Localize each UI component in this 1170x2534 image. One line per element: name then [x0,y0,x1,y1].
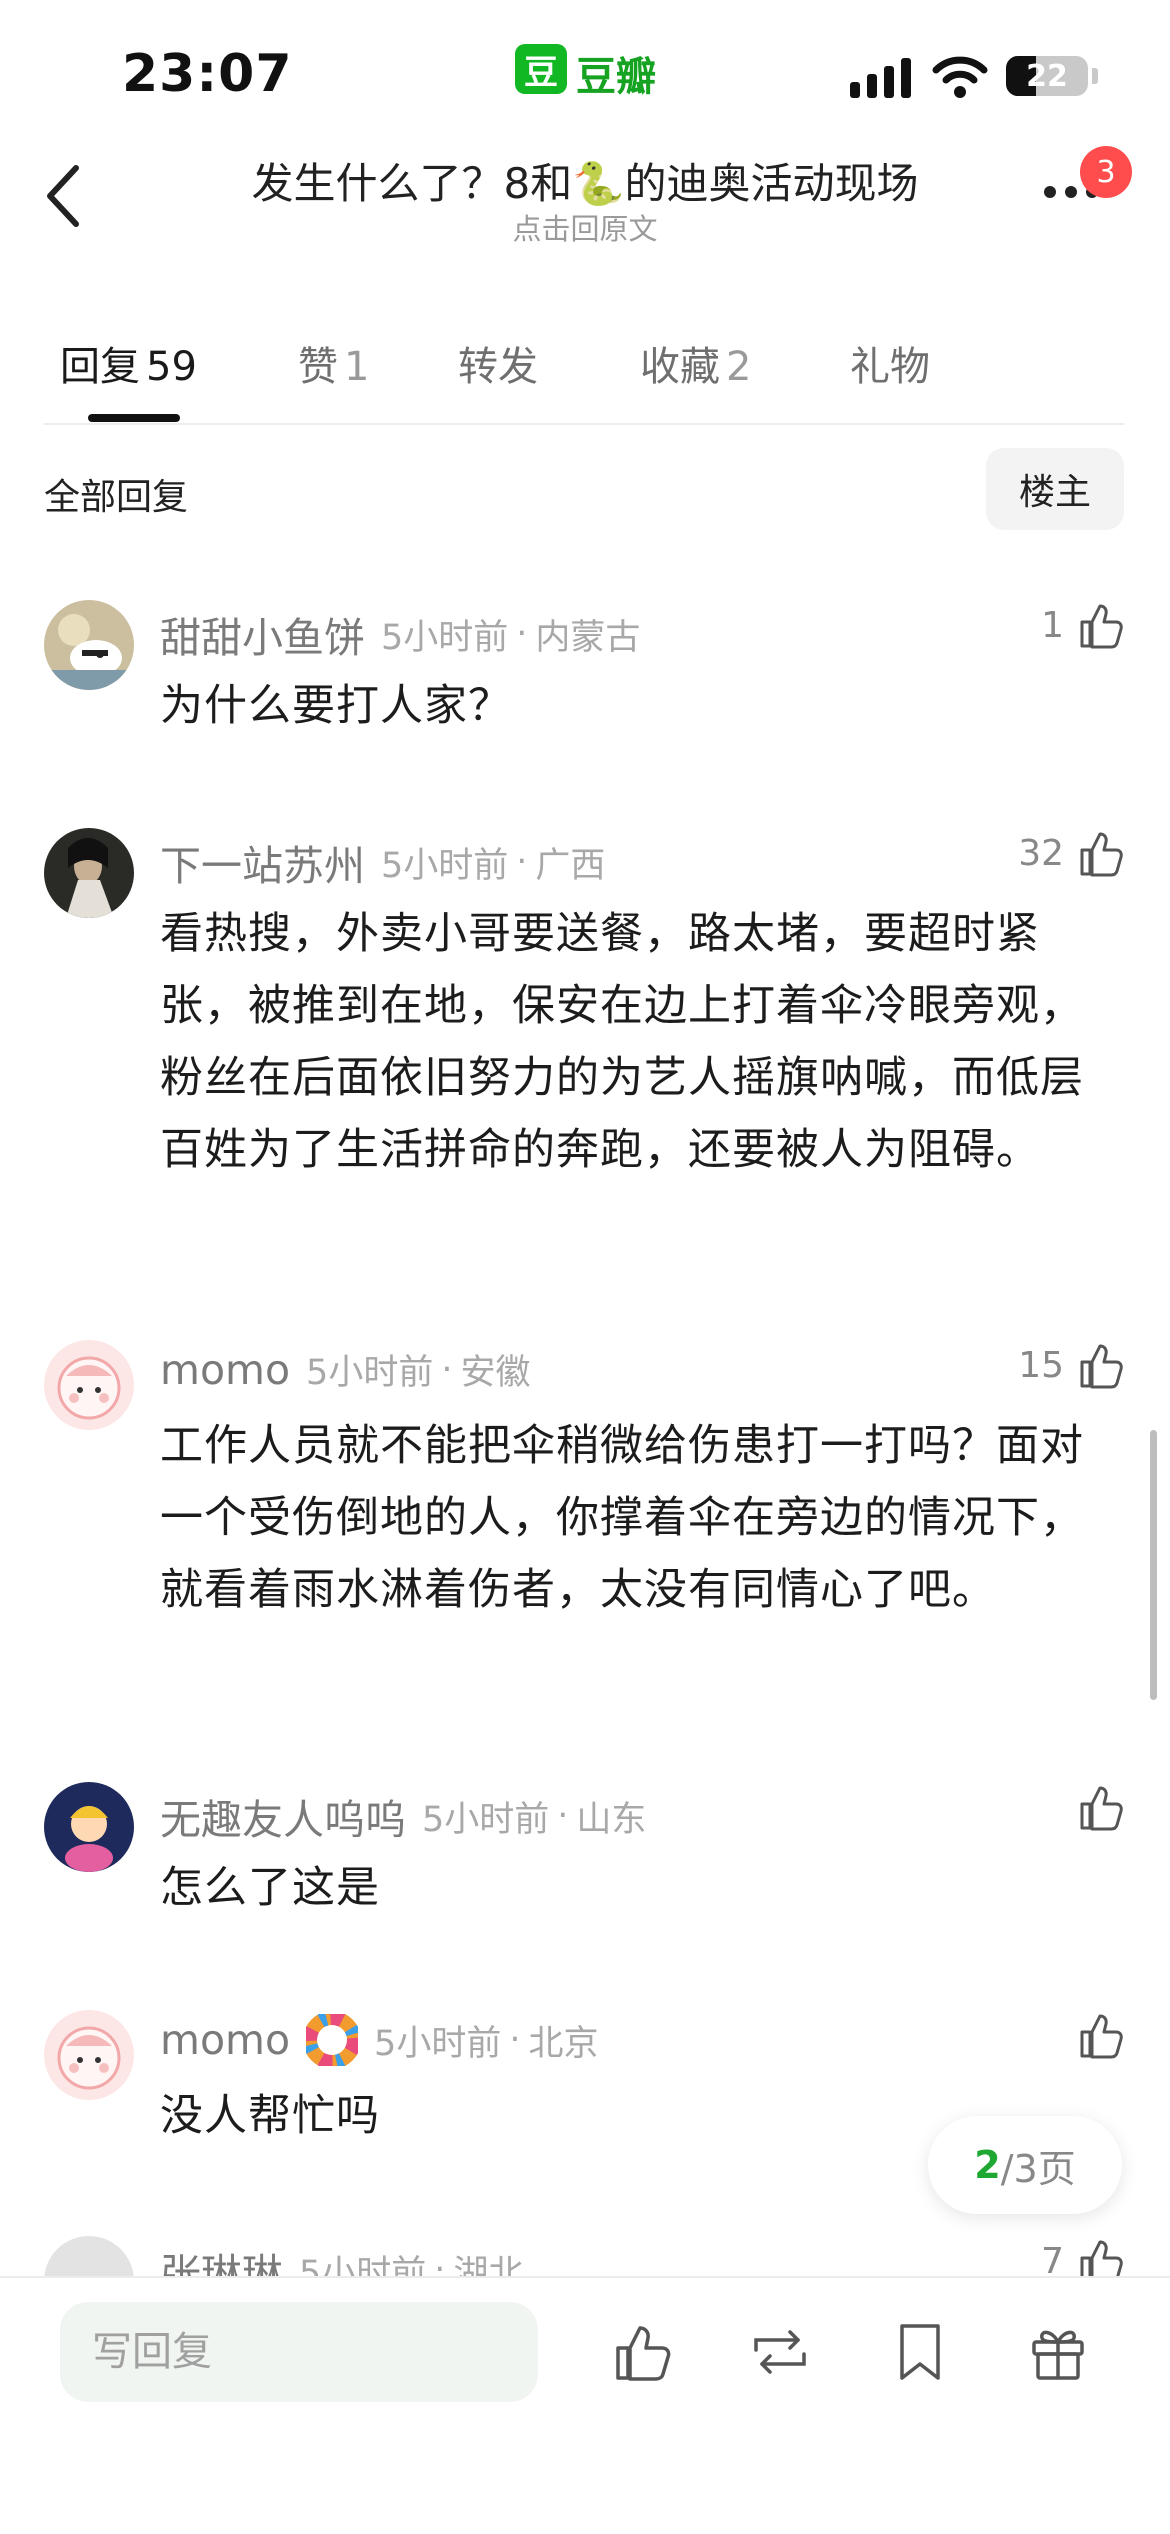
avatar[interactable] [44,600,134,690]
bookmark-icon[interactable] [888,2320,952,2384]
battery-percent: 22 [1026,58,1068,94]
snake-emoji: 🐍 [572,159,625,208]
tab-label: 转发 [458,344,538,390]
tab-label: 礼物 [850,344,930,390]
avatar[interactable] [44,1782,134,1872]
signal-icon [850,58,911,98]
tab-count: 1 [344,344,370,390]
comment-text: 为什么要打人家？ [160,681,512,731]
like-count: 1 [1041,604,1064,646]
like-count: 32 [1018,832,1064,874]
comment-item: 下一站苏州 5小时前 · 广西 32 看热搜，外卖小哥要送餐，路太堵，要超时紧张，被… [0,828,1170,1248]
tab-gifts[interactable]: 礼物 [850,334,930,392]
comment-header: momo 5小时前 · 北京 [160,2014,598,2066]
repost-icon[interactable] [748,2320,812,2384]
douban-logo-icon: 豆 [515,44,567,94]
back-to-original-link[interactable]: 点击回原文 [200,206,970,248]
meta-separator: · [509,2020,521,2060]
avatar[interactable] [44,1340,134,1430]
comment-time: 5小时前 [374,2023,502,2064]
battery-tip [1092,68,1098,84]
comment-location: 北京 [528,2023,599,2064]
current-page: 2 [974,2143,1001,2187]
thumbs-up-icon [1080,1786,1123,1831]
all-replies-filter[interactable]: 全部回复 [44,468,188,520]
thumbs-up-icon [1080,1344,1123,1389]
meta-separator: · [516,614,528,654]
comment-location: 广西 [535,845,606,886]
comment-location: 山东 [576,1799,647,1840]
notification-badge[interactable]: 3 [1080,146,1132,198]
comment-time: 5小时前 [306,1353,434,1393]
tab-reposts[interactable]: 转发 [458,334,538,392]
comment-time: 5小时前 [381,845,509,886]
avatar[interactable] [44,828,134,918]
comment-header: 甜甜小鱼饼 5小时前 · 内蒙古 [160,604,640,664]
comment-author[interactable]: momo [160,1346,290,1394]
comment-time: 5小时前 [381,617,509,658]
tab-label: 回复 [60,344,140,390]
donut-badge-icon [306,2014,359,2066]
page-title[interactable]: 发生什么了？8和🐍的迪奥活动现场 [200,150,970,211]
tab-count: 59 [146,344,197,390]
scrollbar[interactable] [1150,1430,1157,1700]
gift-icon[interactable] [1026,2320,1090,2384]
avatar[interactable] [44,2010,134,2100]
wifi-icon [932,56,988,98]
like-count: 15 [1018,1344,1064,1386]
meta-separator: · [557,1796,569,1836]
like-button[interactable]: 1 [1041,600,1126,650]
back-arrow-icon[interactable] [44,164,84,228]
like-button[interactable] [1076,2010,1126,2060]
status-time: 23:07 [122,44,293,104]
active-tab-indicator [88,414,180,422]
tab-likes[interactable]: 赞1 [298,334,369,392]
thumbs-up-icon [1080,2014,1123,2059]
title-text-end: 的迪奥活动现场 [624,159,919,208]
meta-separator: · [441,1349,453,1390]
thumbs-up-icon[interactable] [612,2320,676,2384]
total-pages: /3页 [1000,2146,1076,2191]
reply-input[interactable] [60,2302,538,2402]
comment-author[interactable]: momo [160,2016,290,2064]
title-text-start: 发生什么了？8和 [251,159,573,208]
comment-item: 无趣友人呜呜 5小时前 · 山东 怎么了这是 [0,1782,1170,1922]
like-button[interactable]: 32 [1018,828,1126,878]
comment-author[interactable]: 无趣友人呜呜 [160,1786,406,1846]
comment-text: 看热搜，外卖小哥要送餐，路太堵，要超时紧张，被推到在地，保安在边上打着伞冷眼旁观… [160,909,1084,1175]
op-only-button[interactable]: 楼主 [986,448,1124,530]
comment-item: momo 5小时前 · 安徽 15 工作人员就不能把伞稍微给伤患打一打吗？面对一个受… [0,1340,1170,1680]
comment-time: 5小时前 [422,1799,550,1840]
comment-author[interactable]: 下一站苏州 [160,832,365,892]
tab-count: 2 [726,344,752,390]
tabs-divider [44,423,1124,425]
like-button[interactable]: 15 [1018,1340,1126,1390]
comment-author[interactable]: 甜甜小鱼饼 [160,604,365,664]
thumbs-up-icon [1080,604,1123,649]
thumbs-up-icon [1080,832,1123,877]
comment-location: 内蒙古 [535,617,641,658]
like-button[interactable] [1076,1782,1126,1832]
app-name: 豆瓣 [576,54,656,100]
page-indicator[interactable]: 2/3页 [928,2116,1122,2214]
comment-header: 无趣友人呜呜 5小时前 · 山东 [160,1786,646,1846]
tab-collections[interactable]: 收藏 2 [640,334,751,392]
tab-label: 收藏 [640,344,720,390]
comment-location: 安徽 [460,1353,531,1393]
meta-separator: · [516,842,528,882]
comment-text: 工作人员就不能把伞稍微给伤患打一打吗？面对一个受伤倒地的人，你撑着伞在旁边的情况… [160,1421,1084,1615]
tab-label: 赞 [298,344,338,390]
comment-text: 怎么了这是 [160,1863,380,1913]
comment-item: 甜甜小鱼饼 5小时前 · 内蒙古 1 为什么要打人家？ [0,600,1170,750]
comment-header: 下一站苏州 5小时前 · 广西 [160,832,605,892]
comment-header: momo 5小时前 · 安徽 [160,1344,530,1395]
tab-replies[interactable]: 回复 59 [60,334,197,392]
